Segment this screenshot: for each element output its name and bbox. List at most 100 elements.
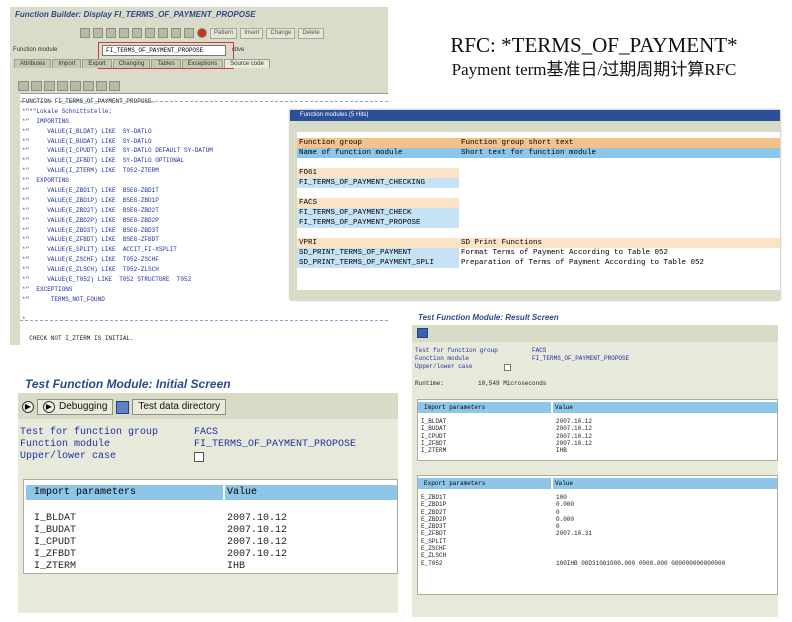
function-module-row[interactable]: FI_TERMS_OF_PAYMENT_CHECKING xyxy=(297,178,780,188)
result-import-table-header-value: Value xyxy=(553,402,777,413)
find-next-icon[interactable] xyxy=(83,81,94,91)
tab-import[interactable]: Import xyxy=(52,59,82,68)
initial-field-label: Upper/lower case xyxy=(20,451,117,462)
result-import-table-header: Import parameters Value xyxy=(418,402,777,413)
change-button[interactable]: Change xyxy=(266,27,296,39)
function-module-row[interactable]: SD_PRINT_TERMS_OF_PAYMENT Format Terms of… xyxy=(297,248,780,258)
forward-icon[interactable] xyxy=(93,28,103,38)
check-icon[interactable] xyxy=(119,28,129,38)
result-export-table-header: Export parameters Value xyxy=(418,478,777,489)
fm-subheader-text: Short text for function module xyxy=(459,148,780,158)
function-group-row[interactable]: FACS xyxy=(297,198,780,208)
code-line: *" VALUE(E_ZBD2T) LIKE BSEG-ZBD2T xyxy=(22,206,159,214)
runtime-value: 10,549 Microseconds xyxy=(478,380,547,387)
tab-changing[interactable]: Changing xyxy=(112,59,151,68)
result-export-table-values: 100 0.000 0 0.000 0 2007.10.31 100IHB 00… xyxy=(556,494,726,567)
result-export-table-header-value: Value xyxy=(553,478,777,489)
code-line: *" VALUE(E_ZBD2P) LIKE BSEG-ZBD2P xyxy=(22,216,159,224)
function-module-row[interactable]: FI_TERMS_OF_PAYMENT_PROPOSE xyxy=(297,218,780,228)
function-modules-title: Function modules (5 Hits) xyxy=(290,110,780,121)
pretty-printer-icon[interactable] xyxy=(96,81,107,91)
initial-field-value[interactable]: FI_TERMS_OF_PAYMENT_PROPOSE xyxy=(194,439,356,451)
initial-field-value[interactable]: FACS xyxy=(194,427,218,439)
result-import-table-names: I_BLDAT I_BUDAT I_CPUDT I_ZFBDT I_ZTERM xyxy=(421,418,447,455)
tab-exceptions[interactable]: Exceptions xyxy=(181,59,224,68)
initial-import-values[interactable]: 2007.10.12 2007.10.12 2007.10.12 2007.10… xyxy=(227,513,287,573)
result-field-label: Test for function group xyxy=(415,347,498,354)
paste-icon[interactable] xyxy=(44,81,55,91)
result-import-table: Import parameters Value I_BLDAT I_BUDAT I_… xyxy=(417,399,778,461)
test-data-icon[interactable] xyxy=(417,328,428,338)
where-used-icon[interactable] xyxy=(145,28,155,38)
tab-export[interactable]: Export xyxy=(82,59,112,68)
result-field-value: FACS xyxy=(532,347,547,354)
back-icon[interactable] xyxy=(80,28,90,38)
result-export-table-header-name: Export parameters xyxy=(418,478,551,489)
result-import-table-values: 2007.10.12 2007.10.12 2007.10.12 2007.10… xyxy=(556,418,593,455)
function-module-row-name: FI_TERMS_OF_PAYMENT_CHECK xyxy=(297,208,459,218)
code-line: *" EXPORTING xyxy=(22,177,69,185)
display-change-icon[interactable] xyxy=(106,28,116,38)
function-module-row[interactable]: SD_PRINT_TERMS_OF_PAYMENT_SPLI Preparatio… xyxy=(297,258,780,268)
code-line: *" VALUE(E_ZBD1T) LIKE BSEG-ZBD1T xyxy=(22,187,159,195)
delete-button[interactable]: Delete xyxy=(298,27,324,39)
tab-source-code[interactable]: Source code xyxy=(224,59,270,68)
function-group-row[interactable]: VPRI SD Print Functions xyxy=(297,238,780,248)
runtime-label: Runtime: xyxy=(415,380,444,387)
object-list-icon[interactable] xyxy=(158,28,168,38)
initial-screen-body: Test for function group FACS Function modu… xyxy=(18,419,398,613)
function-group-row-text: SD Print Functions xyxy=(459,238,780,248)
stop-icon[interactable] xyxy=(197,28,207,38)
debugging-button[interactable]: ▶ Debugging xyxy=(37,399,114,415)
result-screen-title: Test Function Module: Result Screen xyxy=(418,313,559,322)
insert-button[interactable]: Insert xyxy=(240,27,264,39)
mark-icon[interactable] xyxy=(109,81,120,91)
fm-subheader-name: Name of function module xyxy=(297,148,459,158)
code-line: *" VALUE(E_ZBD1P) LIKE BSEG-ZBD1P xyxy=(22,196,159,204)
result-field-value: FI_TERMS_OF_PAYMENT_PROPOSE xyxy=(532,355,630,362)
result-field-label: Function module xyxy=(415,355,470,362)
code-line: *" IMPORTING xyxy=(22,117,69,125)
upper-lower-case-checkbox[interactable] xyxy=(504,364,511,371)
code-line: *" VALUE(E_ZBD3T) LIKE BSEG-ZBD3T xyxy=(22,226,159,234)
upper-lower-case-checkbox[interactable] xyxy=(194,452,204,462)
execute-icon[interactable]: ▶ xyxy=(22,401,34,413)
copy-icon[interactable] xyxy=(31,81,42,91)
undo-icon[interactable] xyxy=(57,81,68,91)
code-line: *" VALUE(I_CPUDT) LIKE SY-DATLO DEFAULT … xyxy=(22,147,213,155)
code-separator xyxy=(20,320,388,321)
slide-title: RFC: *TERMS_OF_PAYMENT* Payment term基准日/… xyxy=(396,33,792,82)
code-line: *" EXCEPTIONS xyxy=(22,285,73,293)
initial-field-label: Function module xyxy=(20,439,111,450)
function-module-row[interactable]: FI_TERMS_OF_PAYMENT_CHECK xyxy=(297,208,780,218)
function-group-row-name: FACS xyxy=(297,198,459,208)
cut-icon[interactable] xyxy=(18,81,29,91)
function-module-row-text: Format Terms of Payment According to Tab… xyxy=(459,248,780,258)
function-group-row[interactable]: FO61 xyxy=(297,168,780,178)
debug-execute-icon: ▶ xyxy=(43,401,55,413)
find-icon[interactable] xyxy=(70,81,81,91)
function-module-row-name: SD_PRINT_TERMS_OF_PAYMENT xyxy=(297,248,459,258)
initial-screen-window: ▶ ▶ Debugging Test data directory Test f… xyxy=(18,393,398,613)
result-import-table-header-name: Import parameters xyxy=(418,402,551,413)
code-line: *" VALUE(E_ZLSCH) LIKE T052-ZLSCH xyxy=(22,266,159,274)
code-separator xyxy=(20,101,388,102)
fm-header[interactable]: Function group Function group short text xyxy=(297,138,780,148)
code-line: CHECK NOT I_ZTERM IS INITIAL. xyxy=(22,335,134,343)
fm-header-name: Function group xyxy=(297,138,459,148)
tab-attributes[interactable]: Attributes xyxy=(14,59,52,68)
activate-icon[interactable] xyxy=(132,28,142,38)
navigation-icon[interactable] xyxy=(171,28,181,38)
fm-subheader[interactable]: Name of function module Short text for fu… xyxy=(297,148,780,158)
tab-tables[interactable]: Tables xyxy=(151,59,181,68)
test-data-directory-button[interactable]: Test data directory xyxy=(132,399,227,415)
function-builder-tabs: Attributes Import Export Changing Tables… xyxy=(14,59,270,68)
initial-import-table: Import parameters Value I_BLDAT I_BUDAT I_… xyxy=(23,479,398,574)
test-data-icon[interactable] xyxy=(116,400,130,414)
info-icon[interactable] xyxy=(184,28,194,38)
initial-screen-toolbar: ▶ ▶ Debugging Test data directory xyxy=(22,399,227,415)
status-text: ctive xyxy=(232,47,245,53)
pattern-button[interactable]: Pattern xyxy=(210,27,238,39)
